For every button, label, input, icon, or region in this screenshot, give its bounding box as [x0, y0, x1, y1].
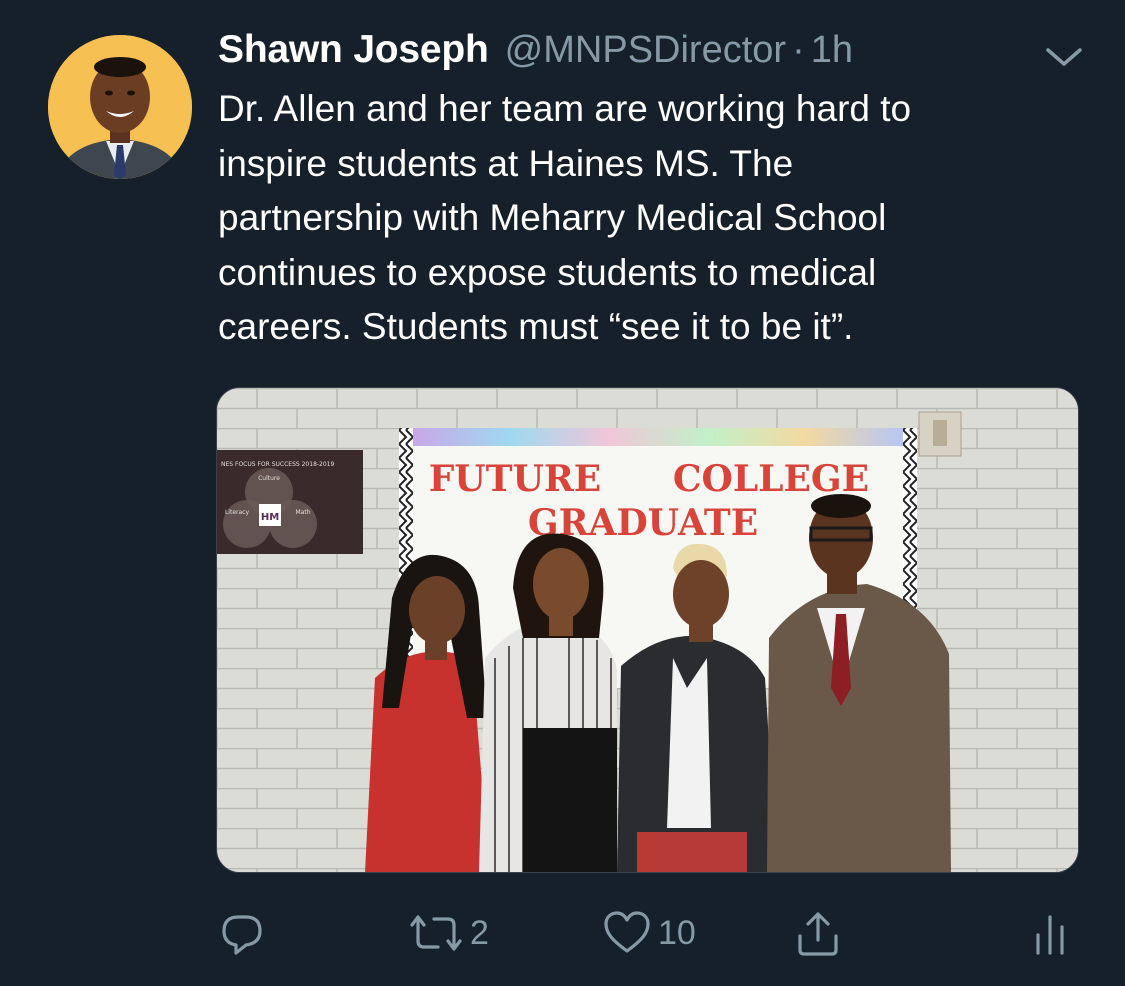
reply-button[interactable]: [218, 908, 266, 958]
tweet-header: Shawn Joseph @MNPSDirector · 1h: [218, 28, 853, 78]
retweet-button[interactable]: 2: [408, 908, 489, 958]
like-button[interactable]: 10: [602, 908, 696, 958]
share-button[interactable]: [792, 908, 844, 958]
author-handle[interactable]: @MNPSDirector: [505, 29, 786, 72]
share-icon: [798, 912, 838, 956]
poster-circle-top: Culture: [258, 475, 280, 482]
tweet-text-line: careers. Students must “see it to be it”…: [218, 306, 854, 347]
author-name[interactable]: Shawn Joseph: [218, 28, 489, 72]
poster-circle-left: Literacy: [225, 509, 249, 516]
avatar[interactable]: [48, 35, 192, 179]
banner-college: COLLEGE: [673, 458, 869, 500]
avatar-image: [48, 35, 192, 179]
reply-icon: [222, 915, 262, 955]
tweet-text: Dr. Allen and her team are working hard …: [218, 82, 1078, 355]
tweet: Shawn Joseph @MNPSDirector · 1h Dr. Alle…: [0, 0, 1125, 986]
analytics-icon: [1036, 915, 1064, 955]
retweet-count: 2: [470, 913, 489, 952]
poster-title: NES FOCUS FOR SUCCESS 2018-2019: [221, 461, 334, 468]
tweet-text-line: partnership with Meharry Medical School: [218, 197, 887, 238]
banner-future: FUTURE: [429, 458, 602, 500]
tweet-text-line: inspire students at Haines MS. The: [218, 142, 794, 184]
like-count: 10: [658, 913, 696, 952]
chevron-down-icon[interactable]: [1044, 42, 1084, 72]
photo-illustration: FUTURE COLLEGE GRADUATE NES FOCUS FOR SU…: [217, 388, 1078, 872]
retweet-icon: [410, 915, 462, 951]
poster-logo: HM: [261, 512, 279, 523]
tweet-text-line: Dr. Allen and her team are working hard …: [218, 88, 912, 129]
tweet-actions: 2 10: [0, 900, 1125, 970]
heart-icon: [604, 911, 650, 953]
separator-dot: ·: [792, 29, 805, 71]
analytics-button[interactable]: [1032, 908, 1068, 958]
tweet-photo[interactable]: FUTURE COLLEGE GRADUATE NES FOCUS FOR SU…: [216, 387, 1079, 873]
tweet-text-line: continues to expose students to medical: [218, 251, 877, 293]
poster-circle-right: Math: [295, 509, 310, 516]
timestamp[interactable]: 1h: [811, 29, 853, 72]
